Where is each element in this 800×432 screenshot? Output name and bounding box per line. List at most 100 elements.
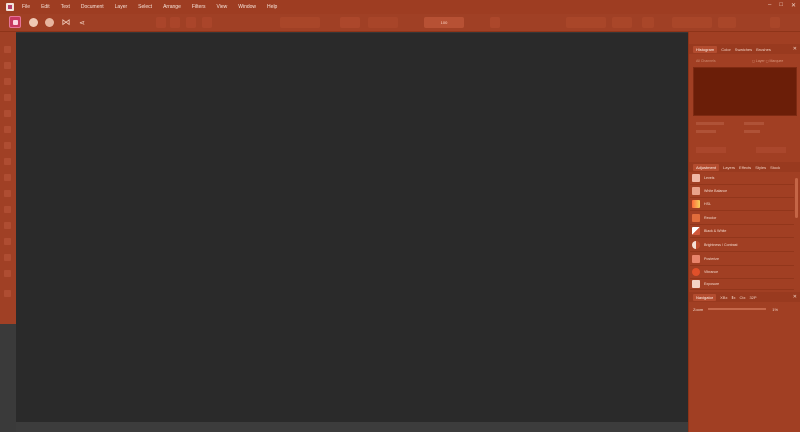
view-tool-icon[interactable] — [4, 62, 11, 69]
adjustment-label: Brightness / Contrast — [704, 243, 738, 247]
panel-close-icon[interactable]: ✕ — [793, 46, 797, 52]
menu-select[interactable]: Select — [138, 0, 152, 14]
move-tool-icon[interactable] — [4, 46, 11, 53]
color-swatch-icon[interactable] — [4, 290, 11, 297]
zoom-value[interactable]: 1% — [772, 307, 778, 312]
brightness-contrast-icon — [692, 241, 700, 249]
tab-layers[interactable]: Layers — [723, 165, 735, 170]
flood-select-icon[interactable] — [4, 110, 11, 117]
menu-filters[interactable]: Filters — [192, 0, 206, 14]
crop-tool-icon[interactable] — [4, 78, 11, 85]
layer-checkbox[interactable]: ◻ Layer ◻ Marquee — [752, 59, 783, 63]
tool-option-icon[interactable] — [202, 17, 212, 28]
adjustment-item[interactable]: Exposure — [690, 279, 794, 290]
context-toolbar: ⋈ ⋖ 100 — [0, 14, 800, 32]
liquify-persona-icon[interactable] — [29, 18, 38, 27]
adjustment-item[interactable]: White Balance — [690, 185, 794, 198]
marquee-tool-icon[interactable] — [4, 126, 11, 133]
tab-navigator[interactable]: Navigator — [693, 293, 717, 301]
histogram-stats — [696, 122, 724, 125]
adjustment-item[interactable]: Posterize — [690, 253, 794, 266]
clone-tool-icon[interactable] — [4, 206, 11, 213]
arrange-group[interactable] — [566, 17, 606, 28]
histogram-controls[interactable] — [756, 147, 786, 153]
adjustment-item[interactable]: Recolor — [690, 212, 794, 225]
adjustment-item[interactable]: Vibrance — [690, 266, 794, 279]
tab-32p[interactable]: 32P — [749, 295, 756, 300]
menu-document[interactable]: Document — [81, 0, 104, 14]
white-balance-icon — [692, 187, 700, 195]
window-controls: – □ ✕ — [768, 2, 796, 9]
app-logo-icon — [6, 3, 14, 11]
tab-brushes[interactable]: Brushes — [756, 47, 771, 52]
menu-edit[interactable]: Edit — [41, 0, 50, 14]
snapping-group[interactable] — [368, 17, 398, 28]
tab-histogram[interactable]: Histogram — [693, 45, 718, 53]
histogram-stats — [744, 122, 764, 125]
selection-mode-dropdown[interactable] — [340, 17, 360, 28]
blemish-tool-icon[interactable] — [4, 222, 11, 229]
minimize-icon[interactable]: – — [768, 2, 771, 9]
adjustment-label: Recolor — [704, 216, 717, 220]
brush-tool-icon[interactable] — [4, 142, 11, 149]
adjustment-item[interactable]: HSL — [690, 198, 794, 211]
fill-tool-icon[interactable] — [4, 174, 11, 181]
document-canvas[interactable] — [16, 33, 688, 422]
tab-adjustment[interactable]: Adjustment — [693, 163, 720, 171]
zoom-slider[interactable] — [708, 308, 767, 310]
adjustment-scrollbar[interactable] — [795, 178, 798, 218]
adjustment-item[interactable]: Black & White — [690, 225, 794, 238]
adjustment-item[interactable]: Levels — [690, 172, 794, 185]
tab-history[interactable]: Ⅱx — [731, 295, 735, 300]
histogram-display — [693, 67, 797, 116]
hsl-icon — [692, 200, 700, 208]
menu-layer[interactable]: Layer — [115, 0, 128, 14]
dodge-tool-icon[interactable] — [4, 238, 11, 245]
tool-option-icon[interactable] — [156, 17, 166, 28]
alignment-group[interactable] — [280, 17, 320, 28]
shape-tool-icon[interactable] — [4, 270, 11, 277]
tools-panel — [0, 32, 16, 324]
histogram-stats — [744, 130, 760, 133]
tab-styles[interactable]: Styles — [755, 165, 766, 170]
close-icon[interactable]: ✕ — [791, 2, 796, 9]
tab-stock[interactable]: Stock — [770, 165, 780, 170]
insert-icon[interactable] — [642, 17, 654, 28]
tab-swatches[interactable]: Swatches — [735, 47, 752, 52]
pen-tool-icon[interactable] — [4, 254, 11, 261]
transform-group[interactable] — [612, 17, 632, 28]
black-white-icon — [692, 227, 700, 235]
eraser-tool-icon[interactable] — [4, 158, 11, 165]
tab-channels[interactable]: Ctx — [739, 295, 745, 300]
maximize-icon[interactable]: □ — [779, 2, 783, 9]
tone-mapping-persona-icon[interactable]: ⋈ — [61, 17, 71, 28]
tab-color[interactable]: Color — [721, 47, 731, 52]
mic-icon[interactable] — [490, 17, 500, 28]
navigator-panel-tabs: Navigator XBx Ⅱx Ctx 32P ✕ — [689, 292, 800, 302]
menu-help[interactable]: Help — [267, 0, 277, 14]
tab-effects[interactable]: Effects — [739, 165, 751, 170]
share-icon[interactable]: ⋖ — [77, 17, 87, 28]
histogram-controls[interactable] — [696, 147, 726, 153]
panel-close-icon[interactable]: ✕ — [793, 294, 797, 300]
menu-view[interactable]: View — [217, 0, 228, 14]
document-zoom-field[interactable]: 100 — [424, 17, 464, 28]
menu-window[interactable]: Window — [238, 0, 256, 14]
adjustment-item[interactable]: Brightness / Contrast — [690, 239, 794, 252]
adjustment-label: Posterize — [704, 257, 719, 261]
tool-option-icon[interactable] — [186, 17, 196, 28]
tool-option-icon[interactable] — [170, 17, 180, 28]
tab-transform[interactable]: XBx — [720, 295, 727, 300]
menu-text[interactable]: Text — [61, 0, 70, 14]
selection-tool-icon[interactable] — [4, 94, 11, 101]
boolean-group[interactable] — [672, 17, 712, 28]
develop-persona-icon[interactable] — [45, 18, 54, 27]
view-mode-group[interactable] — [718, 17, 736, 28]
photo-persona-icon[interactable] — [9, 16, 21, 28]
settings-icon[interactable] — [770, 17, 780, 28]
menu-file[interactable]: File — [22, 0, 30, 14]
levels-icon — [692, 174, 700, 182]
channel-dropdown[interactable]: All Channels — [696, 59, 716, 63]
gradient-tool-icon[interactable] — [4, 190, 11, 197]
menu-arrange[interactable]: Arrange — [163, 0, 181, 14]
